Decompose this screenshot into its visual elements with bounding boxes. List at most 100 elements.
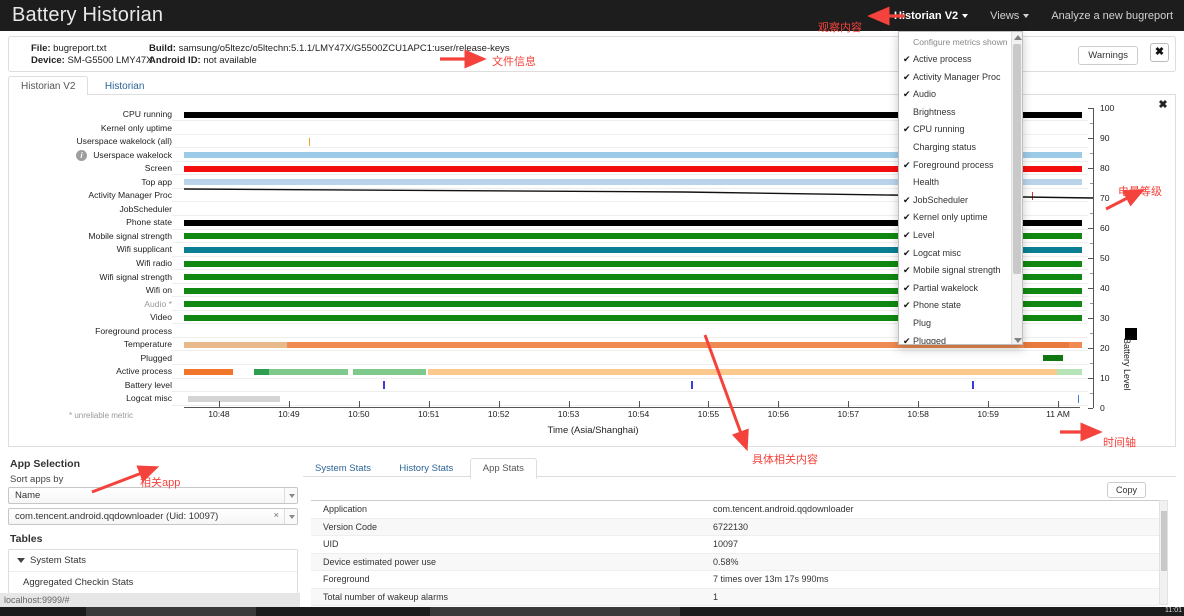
timeline-segment[interactable] xyxy=(428,368,1057,375)
timeline-segment[interactable] xyxy=(972,381,975,390)
timeline-segment[interactable] xyxy=(254,368,270,375)
metric-menu-item-label: Brightness xyxy=(913,106,956,117)
stats-panel: System Stats History Stats App Stats Cop… xyxy=(303,458,1176,606)
app-select[interactable]: com.tencent.android.qqdownloader (Uid: 1… xyxy=(8,508,298,525)
timeline-segment[interactable] xyxy=(691,381,693,390)
timeline-segment[interactable] xyxy=(1023,341,1069,348)
metric-menu-item-label: Health xyxy=(913,177,940,188)
metric-menu-item[interactable]: ✔ Audio xyxy=(899,86,1011,104)
metric-menu-item[interactable]: ✔ Foreground process xyxy=(899,157,1011,175)
nav-item-analyze-new-bugreport[interactable]: Analyze a new bugreport xyxy=(1040,0,1184,31)
annotation-label: 时间轴 xyxy=(1103,437,1136,449)
metric-menu-item[interactable]: Brightness xyxy=(899,104,1011,122)
timeline-row-track[interactable] xyxy=(184,352,1082,366)
app-select-value: com.tencent.android.qqdownloader (Uid: 1… xyxy=(15,511,219,522)
y-axis-tick-label: 10 xyxy=(1100,373,1110,383)
metric-menu-item[interactable]: Plug xyxy=(899,315,1011,333)
metric-menu-item-label: Active process xyxy=(913,54,972,64)
nav-item-views[interactable]: Views xyxy=(979,0,1040,31)
timeline-segment[interactable] xyxy=(383,381,385,390)
timeline-row-track[interactable] xyxy=(184,392,1082,406)
metric-menu-item[interactable]: ✔ Plugged xyxy=(899,333,1011,345)
timeline-row-track[interactable] xyxy=(184,379,1082,393)
tab-historian[interactable]: Historian xyxy=(93,77,156,96)
timeline-row-label: Mobile signal strength xyxy=(88,230,172,241)
device-value: SM-G5500 LMY47X xyxy=(67,55,153,66)
table-row: Version Code 6722130 xyxy=(311,518,1159,536)
timeline-row-label: Userspace wakelock (all) xyxy=(76,136,172,147)
timeline-row-label: CPU running xyxy=(122,109,172,119)
check-icon: ✔ xyxy=(903,229,911,240)
table-row-system-stats[interactable]: System Stats xyxy=(9,550,297,572)
timeline-row-label: Active process xyxy=(116,366,172,377)
metric-menu-item[interactable]: ✔ Level xyxy=(899,227,1011,245)
y-axis-tick xyxy=(1088,378,1093,379)
os-taskbar xyxy=(0,607,1184,616)
metric-menu-item[interactable]: ✔ Active process xyxy=(899,51,1011,69)
info-icon[interactable]: i xyxy=(76,150,87,162)
nav-item-historian-v2[interactable]: Historian V2 xyxy=(882,0,980,31)
close-icon[interactable]: ✖ xyxy=(1150,43,1169,62)
timeline-segment[interactable] xyxy=(1068,341,1082,348)
y-axis-tick xyxy=(1088,168,1093,169)
tab-historian-v2[interactable]: Historian V2 xyxy=(8,76,89,97)
metric-menu-item-label: CPU running xyxy=(913,124,965,135)
copy-button[interactable]: Copy xyxy=(1106,482,1146,498)
timeline-row-track[interactable] xyxy=(184,365,1082,379)
scrollbar-thumb[interactable] xyxy=(1013,44,1021,274)
timeline-segment[interactable] xyxy=(1043,355,1064,362)
warnings-button[interactable]: Warnings xyxy=(1078,46,1138,65)
timeline-row-label: Logcat misc xyxy=(126,393,172,404)
x-axis-tick xyxy=(568,401,570,407)
metric-menu-item-label: Partial wakelock xyxy=(913,282,979,293)
x-axis-tick xyxy=(848,401,850,407)
timeline-segment[interactable] xyxy=(1031,191,1034,200)
x-axis-tick xyxy=(918,401,920,407)
timeline-segment[interactable] xyxy=(184,368,234,375)
timeline-segment[interactable] xyxy=(187,395,281,402)
check-icon: ✔ xyxy=(903,300,911,311)
metric-menu-item[interactable]: ✔ Logcat misc xyxy=(899,245,1011,263)
metric-menu-item[interactable]: ✔ JobScheduler xyxy=(899,192,1011,210)
timeline-segment[interactable] xyxy=(269,368,349,375)
tab-app-stats[interactable]: App Stats xyxy=(469,458,537,479)
stats-table-scrollbar[interactable] xyxy=(1159,500,1168,605)
scroll-down-arrow-icon[interactable] xyxy=(1014,338,1022,343)
timeline-row-label: Top app xyxy=(141,176,172,187)
dropdown-scrollbar[interactable] xyxy=(1011,32,1022,344)
chevron-down-icon[interactable] xyxy=(284,488,297,503)
metric-menu-item[interactable]: ✔ CPU running xyxy=(899,121,1011,139)
x-axis-tick xyxy=(288,401,290,407)
chevron-down-icon[interactable] xyxy=(284,509,297,524)
x-axis-tick xyxy=(498,401,500,407)
timeline-segment[interactable] xyxy=(1077,394,1080,403)
scrollbar-thumb[interactable] xyxy=(1161,511,1167,571)
configure-metrics-dropdown[interactable]: Configure metrics shown ✔ Active process ✔ A… xyxy=(898,31,1023,345)
stat-key: Version Code xyxy=(323,521,378,532)
clear-icon[interactable]: × xyxy=(273,510,279,521)
x-axis-tick-label: 10:50 xyxy=(348,409,370,419)
timeline-segment[interactable] xyxy=(352,368,427,375)
scroll-up-arrow-icon[interactable] xyxy=(1014,35,1022,40)
timeline-segment[interactable] xyxy=(1056,368,1082,375)
timeline-segment[interactable] xyxy=(308,137,311,146)
timeline-segment[interactable] xyxy=(184,341,288,348)
metric-menu-item[interactable]: ✔ Partial wakelock xyxy=(899,280,1011,298)
metric-menu-item[interactable]: Charging status xyxy=(899,139,1011,157)
metric-menu-item[interactable]: ✔ Activity Manager Proc xyxy=(899,69,1011,87)
tab-history-stats[interactable]: History Stats xyxy=(387,459,465,478)
check-icon: ✔ xyxy=(903,194,911,205)
x-axis-tick xyxy=(218,401,220,407)
metric-menu-item[interactable]: ✔ Mobile signal strength xyxy=(899,262,1011,280)
metric-menu-item-label: Audio xyxy=(913,89,937,100)
y-axis-tick-label: 70 xyxy=(1100,193,1110,203)
tab-system-stats[interactable]: System Stats xyxy=(303,459,383,478)
taskbar-segment xyxy=(86,607,256,616)
timeline-row-label: Screen xyxy=(144,163,172,174)
metric-menu-item[interactable]: ✔ Kernel only uptime xyxy=(899,209,1011,227)
metric-menu-item[interactable]: Health xyxy=(899,174,1011,192)
stat-value: com.tencent.android.qqdownloader xyxy=(713,504,854,515)
metric-menu-item[interactable]: ✔ Phone state xyxy=(899,297,1011,315)
table-row-aggregated-checkin-stats[interactable]: Aggregated Checkin Stats xyxy=(9,572,297,594)
timeline-row-label: JobScheduler xyxy=(119,203,172,214)
